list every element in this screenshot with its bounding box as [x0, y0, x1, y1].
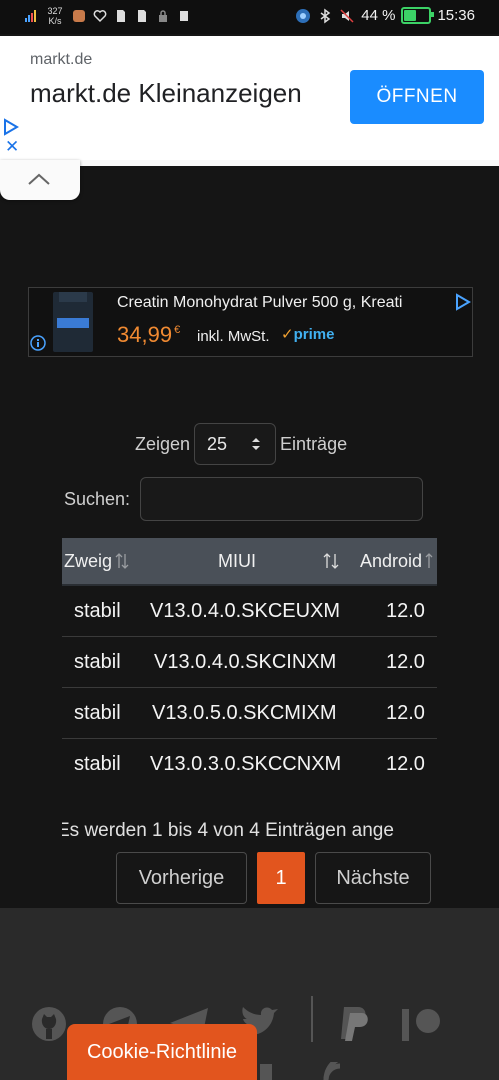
battery-icon	[401, 7, 435, 24]
ad-title[interactable]: markt.de Kleinanzeigen	[30, 76, 330, 110]
cell-branch: stabil	[74, 650, 121, 673]
table-row[interactable]: stabil V13.0.3.0.SKCCNXM 12.0	[62, 739, 437, 789]
cell-android: 12.0	[386, 701, 425, 724]
cell-android: 12.0	[386, 599, 425, 622]
sort-icon	[323, 553, 339, 569]
cell-miui: V13.0.3.0.SKCCNXM	[150, 752, 342, 775]
firmware-table: Zweig MIUI Android stabil V13.0.4.0.SKCE…	[62, 538, 437, 790]
ad-close-icon[interactable]: ✕	[5, 138, 19, 155]
cookie-policy-button[interactable]: Cookie-Richtlinie	[67, 1024, 257, 1080]
rss-icon[interactable]	[322, 1062, 354, 1080]
prime-badge: ✓prime	[281, 326, 335, 343]
status-left-icons: 327 K/s	[24, 6, 191, 26]
ad-domain: markt.de	[30, 51, 93, 68]
column-header-miui[interactable]: MIUI	[218, 538, 256, 584]
column-header-branch[interactable]: Zweig	[64, 538, 130, 584]
cell-miui: V13.0.5.0.SKCMIXM	[152, 701, 337, 724]
pagination: Vorherige 1 Nächste	[116, 852, 431, 904]
lock-icon	[159, 10, 167, 22]
search-control: Suchen:	[64, 477, 424, 521]
product-price: 34,99 €	[117, 322, 181, 347]
sim-icon-2	[138, 10, 146, 22]
info-icon[interactable]	[29, 334, 47, 352]
page-1-button[interactable]: 1	[257, 852, 305, 904]
table-info: Es werden 1 bis 4 von 4 Einträgen ange	[62, 820, 394, 841]
vpn-icon	[296, 8, 311, 23]
paypal-icon[interactable]	[336, 1005, 372, 1043]
signal-icon	[25, 10, 36, 22]
chevron-up-icon	[28, 173, 50, 185]
cell-android: 12.0	[386, 752, 425, 775]
storage-icon	[180, 11, 188, 21]
footer-icon-partial[interactable]	[256, 1064, 276, 1080]
sim-icon	[117, 10, 125, 22]
vat-note: inkl. MwSt.	[197, 328, 270, 345]
mute-icon	[340, 8, 354, 23]
footer-divider	[311, 996, 313, 1042]
sort-arrows-icon	[252, 438, 261, 450]
patreon-icon[interactable]	[400, 1005, 444, 1043]
battery-percent: 44 %	[361, 7, 396, 24]
sort-icon	[425, 553, 433, 568]
table-row[interactable]: stabil V13.0.5.0.SKCMIXM 12.0	[62, 688, 437, 739]
product-title[interactable]: Creatin Monohydrat Pulver 500 g, Kreati	[117, 294, 447, 312]
cell-miui: V13.0.4.0.SKCINXM	[154, 650, 337, 673]
status-right: 44 % 15:36	[295, 7, 475, 24]
column-header-android[interactable]: Android	[360, 538, 437, 584]
cell-branch: stabil	[74, 701, 121, 724]
status-bar: 327 K/s 44 % 15:36	[0, 0, 499, 34]
cell-android: 12.0	[386, 650, 425, 673]
product-image[interactable]	[53, 292, 93, 352]
table-row[interactable]: stabil V13.0.4.0.SKCEUXM 12.0	[62, 586, 437, 637]
ad-banner[interactable]: markt.de markt.de Kleinanzeigen ÖFFNEN ✕	[0, 36, 499, 160]
page-size-control: Zeigen 25 Einträge	[135, 423, 347, 465]
product-ad[interactable]: Creatin Monohydrat Pulver 500 g, Kreati …	[28, 287, 473, 357]
network-speed: 327 K/s	[47, 6, 63, 26]
search-label: Suchen:	[64, 488, 131, 509]
adchoices-icon[interactable]	[454, 293, 472, 311]
collapse-ad-tab[interactable]	[0, 160, 80, 200]
adchoices-icon[interactable]	[3, 118, 19, 136]
github-icon[interactable]	[30, 1005, 68, 1043]
collapse-bar	[80, 160, 499, 166]
prime-check-icon: ✓	[281, 326, 294, 343]
cell-branch: stabil	[74, 752, 121, 775]
table-info-container: Es werden 1 bis 4 von 4 Einträgen ange	[62, 818, 437, 848]
page-size-select[interactable]: 25	[194, 423, 277, 465]
sort-icon	[115, 553, 129, 569]
previous-page-button[interactable]: Vorherige	[116, 852, 247, 904]
bluetooth-icon	[320, 8, 331, 23]
table-row[interactable]: stabil V13.0.4.0.SKCINXM 12.0	[62, 637, 437, 688]
clock: 15:36	[437, 7, 475, 24]
entries-label: Einträge	[280, 433, 348, 454]
show-label: Zeigen	[135, 433, 191, 454]
ad-open-button[interactable]: ÖFFNEN	[350, 70, 484, 124]
cell-branch: stabil	[74, 599, 121, 622]
cell-miui: V13.0.4.0.SKCEUXM	[150, 599, 341, 622]
next-page-button[interactable]: Nächste	[315, 852, 431, 904]
heart-icon	[93, 10, 107, 23]
app-notification-icon	[73, 10, 85, 22]
table-header: Zweig MIUI Android	[62, 538, 437, 586]
search-input[interactable]	[140, 477, 424, 521]
